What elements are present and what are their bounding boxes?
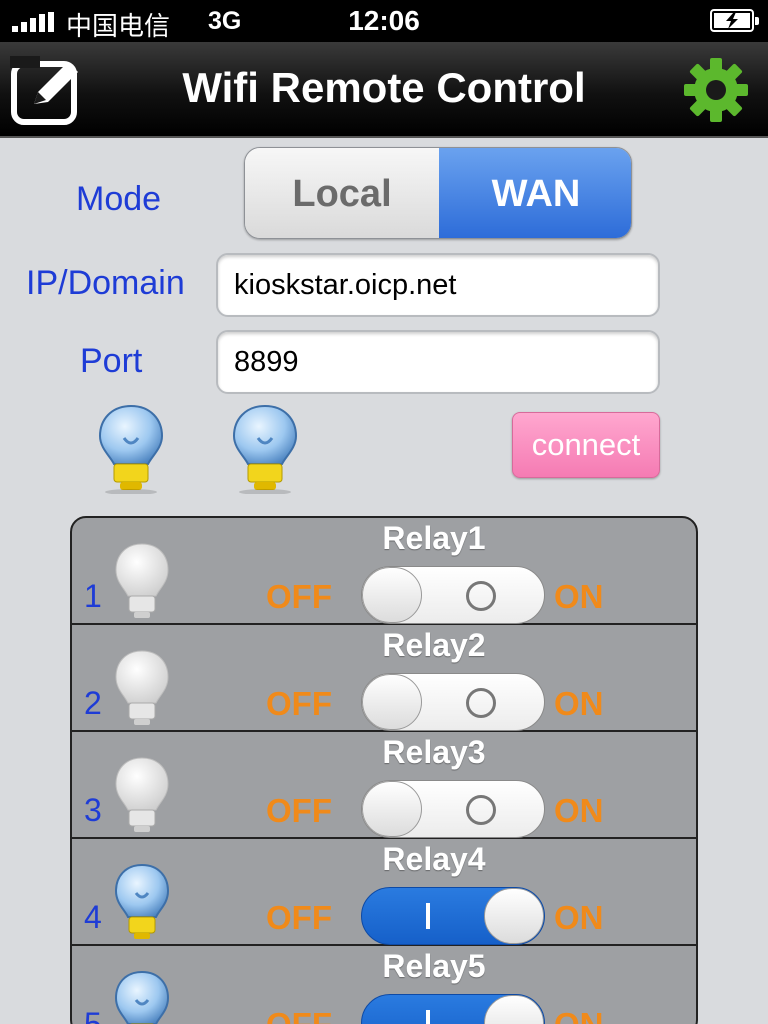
toggle-knob[interactable] bbox=[484, 995, 544, 1024]
on-label: ON bbox=[554, 792, 604, 829]
relay-toggle[interactable] bbox=[361, 673, 545, 731]
toggle-knob[interactable] bbox=[362, 567, 422, 623]
nav-bar: Wifi Remote Control bbox=[0, 42, 768, 138]
relay-row: Relay3 3 OFF ON bbox=[72, 732, 696, 841]
relay-toggle[interactable] bbox=[361, 566, 545, 624]
off-label: OFF bbox=[266, 899, 332, 936]
relay-row: Relay4 4 OFF ON bbox=[72, 839, 696, 948]
bulb-off-icon bbox=[112, 542, 172, 627]
toggle-knob[interactable] bbox=[362, 781, 422, 837]
on-label: ON bbox=[554, 685, 604, 722]
ip-domain-label: IP/Domain bbox=[26, 264, 185, 302]
toggle-knob[interactable] bbox=[362, 674, 422, 730]
status-bulb-icon bbox=[230, 402, 300, 499]
relay-toggle[interactable] bbox=[361, 780, 545, 838]
connect-button[interactable]: connect bbox=[512, 412, 660, 478]
relay-number: 2 bbox=[84, 685, 102, 721]
bulb-off-icon bbox=[112, 756, 172, 841]
battery-icon bbox=[710, 9, 759, 32]
relay-list: Relay1 1 OFF ON Relay2 2 OFF ON Relay3 3 OFF ON Rela… bbox=[70, 516, 698, 1024]
on-label: ON bbox=[554, 1006, 604, 1024]
status-bulb-icon bbox=[96, 402, 166, 499]
relay-name: Relay2 bbox=[382, 627, 486, 663]
gear-icon[interactable] bbox=[682, 56, 750, 124]
bulb-on-icon bbox=[112, 863, 172, 948]
relay-name: Relay1 bbox=[382, 520, 486, 556]
port-label: Port bbox=[80, 342, 143, 380]
on-label: ON bbox=[554, 899, 604, 936]
on-label: ON bbox=[554, 578, 604, 615]
off-label: OFF bbox=[266, 1006, 332, 1024]
relay-number: 3 bbox=[84, 792, 102, 828]
ip-domain-input[interactable] bbox=[216, 253, 660, 317]
relay-number: 1 bbox=[84, 578, 102, 614]
status-time: 12:06 bbox=[348, 5, 420, 36]
bulb-on-icon bbox=[112, 970, 172, 1024]
toggle-knob[interactable] bbox=[484, 888, 544, 944]
mode-option-local[interactable]: Local bbox=[245, 148, 439, 238]
relay-name: Relay5 bbox=[382, 948, 486, 984]
off-label: OFF bbox=[266, 792, 332, 829]
off-label: OFF bbox=[266, 578, 332, 615]
relay-toggle[interactable] bbox=[361, 887, 545, 945]
relay-name: Relay3 bbox=[382, 734, 486, 770]
relay-name: Relay4 bbox=[382, 841, 486, 877]
relay-row: Relay5 5 OFF ON bbox=[72, 946, 696, 1024]
mode-label: Mode bbox=[76, 180, 162, 218]
bulb-off-icon bbox=[112, 649, 172, 734]
off-label: OFF bbox=[266, 685, 332, 722]
relay-toggle[interactable] bbox=[361, 994, 545, 1024]
status-bar: 中国电信 3G 12:06 bbox=[0, 0, 768, 42]
relay-row: Relay1 1 OFF ON bbox=[72, 518, 696, 627]
relay-number: 4 bbox=[84, 899, 102, 935]
relay-number: 5 bbox=[84, 1006, 102, 1024]
page-title: Wifi Remote Control bbox=[182, 64, 586, 111]
mode-segmented-control: Local WAN bbox=[244, 147, 632, 239]
relay-row: Relay2 2 OFF ON bbox=[72, 625, 696, 734]
mode-option-wan[interactable]: WAN bbox=[439, 148, 631, 238]
port-input[interactable] bbox=[216, 330, 660, 394]
